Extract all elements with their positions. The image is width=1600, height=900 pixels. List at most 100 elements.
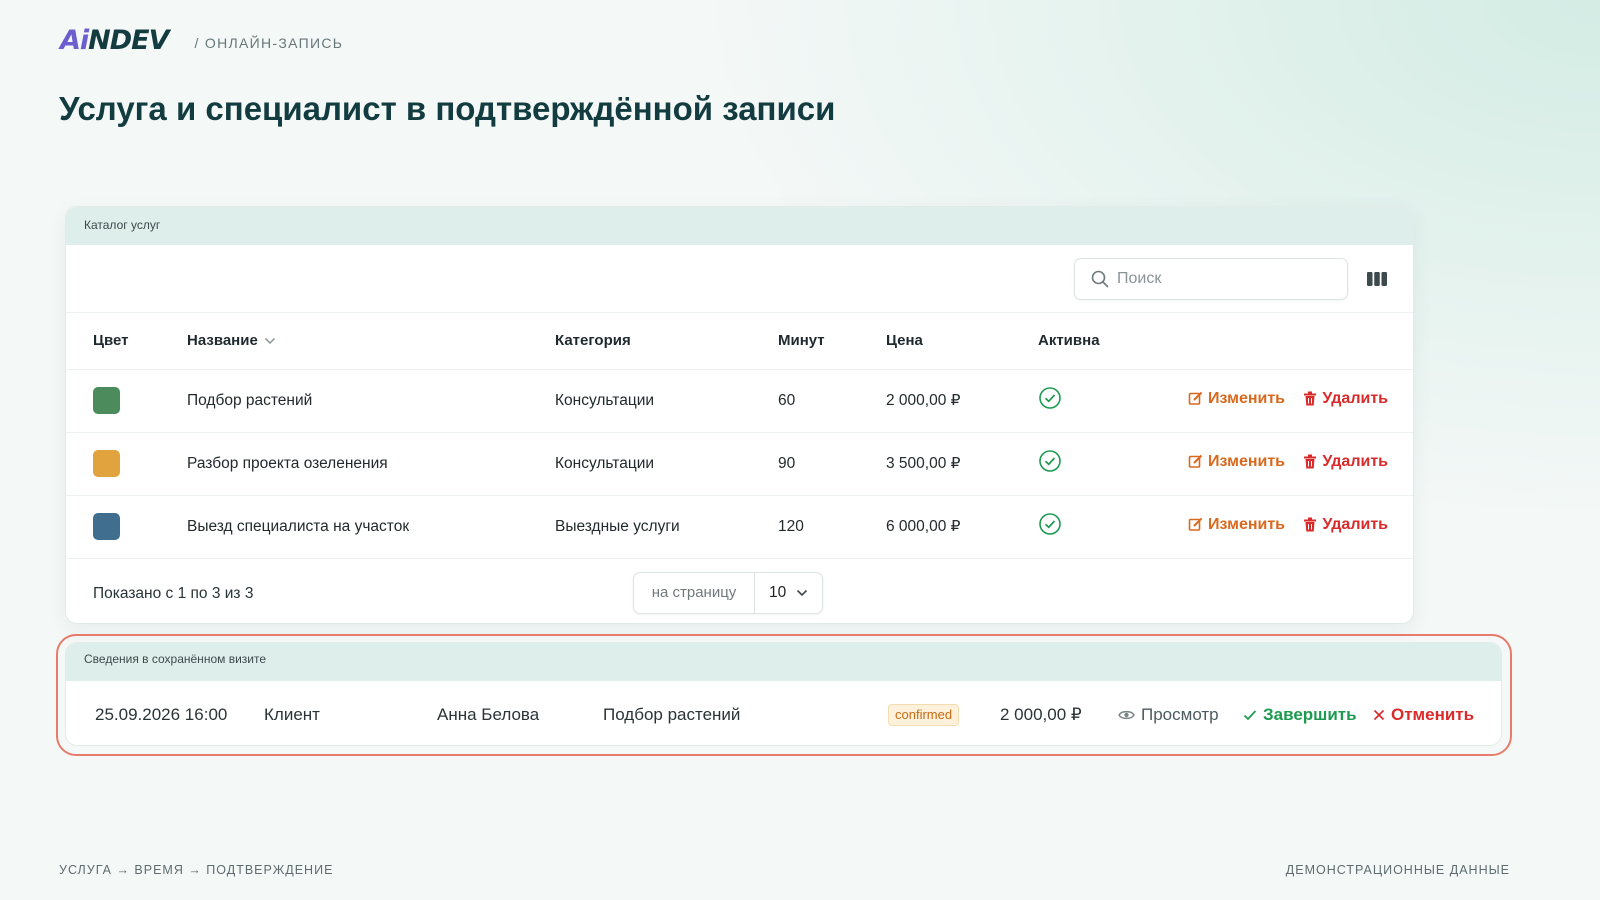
column-header-color[interactable]: Цвет (66, 313, 187, 370)
row-active (1038, 369, 1158, 433)
row-category: Консультации (555, 369, 778, 433)
services-table-body: Подбор растений Консультации 60 2 000,00… (66, 369, 1413, 559)
column-header-active[interactable]: Активна (1038, 313, 1158, 370)
logo-suffix: NDEV (88, 25, 169, 56)
chevron-down-icon (797, 589, 808, 596)
close-icon (1373, 709, 1385, 721)
logo-text: AiNDEV (60, 25, 170, 56)
view-label: Просмотр (1141, 705, 1219, 724)
row-active (1038, 432, 1158, 496)
row-price: 3 500,00 ₽ (886, 432, 1038, 496)
complete-label: Завершить (1263, 705, 1357, 724)
color-swatch (93, 450, 120, 477)
columns-icon[interactable] (1366, 269, 1388, 289)
visit-service: Подбор растений (603, 705, 741, 724)
search-icon (1091, 270, 1109, 288)
table-header-row: Цвет Название Категория Минут Цена Актив… (66, 313, 1413, 370)
edit-button[interactable]: Изменить (1188, 453, 1285, 471)
check-circle-icon (1039, 513, 1061, 535)
logo[interactable]: AiNDEV (60, 25, 170, 56)
row-actions: Изменить Удалить (1158, 369, 1413, 433)
edit-icon (1188, 455, 1203, 469)
row-price: 6 000,00 ₽ (886, 495, 1038, 559)
column-header-price[interactable]: Цена (886, 313, 1038, 370)
column-header-minutes[interactable]: Минут (778, 313, 886, 370)
sort-chevron-down-icon[interactable] (264, 337, 276, 345)
footer-note: ДЕМОНСТРАЦИОННЫЕ ДАННЫЕ (1285, 863, 1510, 877)
column-header-name-label: Название (187, 332, 258, 350)
catalog-toolbar (66, 245, 1413, 313)
edit-label: Изменить (1208, 452, 1286, 470)
per-page-value[interactable]: 10 (755, 584, 808, 602)
trash-icon (1304, 454, 1317, 469)
delete-label: Удалить (1322, 515, 1388, 533)
delete-label: Удалить (1322, 389, 1388, 407)
check-circle-icon (1039, 387, 1061, 409)
trash-icon (1304, 517, 1317, 532)
header: AiNDEV / ОНЛАЙН-ЗАПИСЬ (60, 25, 344, 56)
eye-icon (1118, 710, 1135, 720)
table-row: Подбор растений Консультации 60 2 000,00… (66, 369, 1413, 433)
saved-visit-card: Сведения в сохранённом визите 25.09.2026… (65, 642, 1502, 746)
per-page-label: на страницу (634, 572, 755, 613)
section-breadcrumb: / ОНЛАЙН-ЗАПИСЬ (194, 35, 344, 51)
table-row: Разбор проекта озеленения Консультации 9… (66, 432, 1413, 496)
delete-button[interactable]: Удалить (1303, 453, 1388, 471)
edit-button[interactable]: Изменить (1188, 390, 1285, 408)
delete-button[interactable]: Удалить (1303, 390, 1388, 408)
row-minutes: 120 (778, 495, 886, 559)
services-table: Цвет Название Категория Минут Цена Актив… (66, 313, 1413, 559)
footer-steps: УСЛУГА → ВРЕМЯ → ПОДТВЕРЖДЕНИЕ (59, 863, 334, 877)
edit-icon (1188, 392, 1203, 406)
row-active (1038, 495, 1158, 559)
row-actions: Изменить Удалить (1158, 495, 1413, 559)
per-page-value-text: 10 (769, 583, 787, 601)
logo-prefix: Ai (60, 25, 89, 56)
status-badge: confirmed (888, 704, 960, 726)
trash-icon (1304, 391, 1317, 406)
visit-client: Анна Белова (437, 705, 540, 724)
pagination-bar: Показано с 1 по 3 из 3 на страницу 10 (66, 559, 1413, 623)
check-circle-icon (1039, 450, 1061, 472)
search-box (1074, 258, 1348, 300)
visit-role: Клиент (264, 705, 320, 724)
row-minutes: 60 (778, 369, 886, 433)
row-actions: Изменить Удалить (1158, 432, 1413, 496)
table-row: Выезд специалиста на участок Выездные ус… (66, 495, 1413, 559)
service-catalog-card: Каталог услуг Цвет Название Категория Ми… (65, 206, 1414, 624)
color-swatch (93, 387, 120, 414)
row-color-cell (66, 495, 187, 559)
row-name: Выезд специалиста на участок (187, 495, 555, 559)
per-page-select[interactable]: на страницу 10 (633, 571, 823, 614)
row-name: Подбор растений (187, 369, 555, 433)
view-button[interactable]: Просмотр (1118, 705, 1219, 725)
edit-button[interactable]: Изменить (1188, 516, 1285, 534)
color-swatch (93, 513, 120, 540)
check-icon (1243, 710, 1257, 721)
column-header-category[interactable]: Категория (555, 313, 778, 370)
delete-button[interactable]: Удалить (1303, 516, 1388, 534)
column-header-actions (1158, 313, 1413, 370)
row-category: Выездные услуги (555, 495, 778, 559)
delete-label: Удалить (1322, 452, 1388, 470)
cancel-label: Отменить (1391, 705, 1475, 724)
cancel-button[interactable]: Отменить (1373, 705, 1474, 725)
catalog-title: Каталог услуг (66, 207, 1413, 245)
shown-count: Показано с 1 по 3 из 3 (93, 584, 254, 602)
row-color-cell (66, 369, 187, 433)
row-category: Консультации (555, 432, 778, 496)
row-price: 2 000,00 ₽ (886, 369, 1038, 433)
search-input[interactable] (1117, 270, 1317, 288)
visit-price: 2 000,00 ₽ (1000, 705, 1082, 724)
edit-icon (1188, 518, 1203, 532)
visit-row: 25.09.2026 16:00 Клиент Анна Белова Подб… (66, 681, 1501, 745)
visit-title: Сведения в сохранённом визите (66, 643, 1501, 681)
edit-label: Изменить (1208, 515, 1286, 533)
visit-datetime: 25.09.2026 16:00 (95, 705, 228, 724)
page-title: Услуга и специалист в подтверждённой зап… (59, 90, 836, 127)
column-header-name[interactable]: Название (187, 313, 555, 370)
row-minutes: 90 (778, 432, 886, 496)
edit-label: Изменить (1208, 389, 1286, 407)
complete-button[interactable]: Завершить (1243, 705, 1357, 725)
row-name: Разбор проекта озеленения (187, 432, 555, 496)
